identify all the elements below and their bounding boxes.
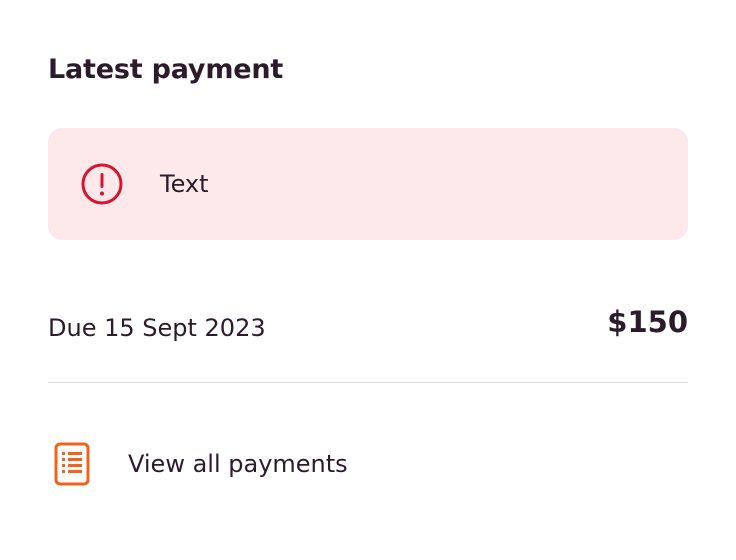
alert-banner: Text bbox=[48, 128, 688, 240]
alert-message: Text bbox=[160, 170, 209, 198]
document-list-icon bbox=[54, 442, 90, 486]
view-all-payments-label: View all payments bbox=[128, 450, 348, 478]
section-title: Latest payment bbox=[48, 54, 284, 85]
payment-amount: $150 bbox=[607, 305, 688, 339]
divider bbox=[48, 382, 688, 383]
payment-due-row: Due 15 Sept 2023 $150 bbox=[48, 304, 688, 348]
exclamation-circle-icon bbox=[81, 163, 123, 205]
latest-payment-card: Latest payment Text Due 15 Sept 2023 $15… bbox=[0, 0, 736, 560]
due-date-label: Due 15 Sept 2023 bbox=[48, 314, 266, 342]
view-all-payments-link[interactable]: View all payments bbox=[48, 436, 688, 492]
